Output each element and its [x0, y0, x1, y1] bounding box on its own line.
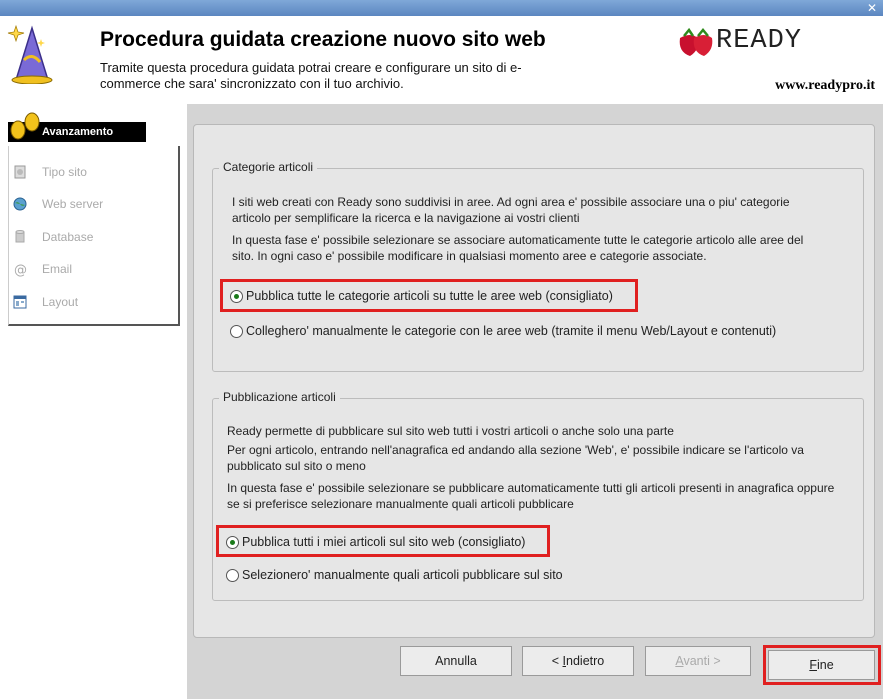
layout-icon — [13, 295, 27, 309]
cancel-button[interactable]: Annulla — [400, 646, 512, 676]
radio-unselected-icon[interactable] — [226, 569, 239, 582]
categorie-text-1: I siti web creati con Ready sono suddivi… — [232, 195, 790, 225]
pubblicazione-group: Pubblicazione articoli Ready permette di… — [212, 390, 864, 601]
categorie-legend: Categorie articoli — [219, 160, 318, 174]
svg-text:@: @ — [14, 263, 27, 277]
pubblicazione-text-2: Per ogni articolo, entrando nell'anagraf… — [227, 443, 804, 473]
site-type-icon — [14, 165, 26, 179]
page-title: Procedura guidata creazione nuovo sito w… — [100, 28, 546, 51]
logo-text: READY — [716, 26, 803, 56]
strawberry-icon — [679, 27, 713, 56]
categorie-text-2: In questa fase e' possibile selezionare … — [232, 233, 804, 263]
sidebar-item-layout: Layout — [12, 292, 162, 312]
content-panel: Categorie articoli I siti web creati con… — [193, 124, 875, 638]
next-button[interactable]: Avanti > — [645, 646, 751, 676]
wizard-header: Procedura guidata creazione nuovo sito w… — [0, 16, 883, 104]
wizard-content: Categorie articoli I siti web creati con… — [187, 104, 883, 699]
globe-icon — [13, 197, 27, 211]
sidebar-item-tipo-sito: Tipo sito — [12, 162, 162, 182]
ready-logo: READY — [676, 24, 846, 60]
database-icon — [15, 230, 25, 243]
pubblicazione-legend: Pubblicazione articoli — [219, 390, 340, 404]
radio-selected-icon[interactable] — [226, 536, 239, 549]
window-titlebar: ✕ — [0, 0, 883, 16]
footprints-icon — [10, 112, 40, 140]
categorie-group: Categorie articoli I siti web creati con… — [212, 160, 864, 372]
at-sign-icon: @ — [14, 263, 27, 277]
close-icon[interactable]: ✕ — [865, 0, 879, 16]
radio-selected-icon[interactable] — [230, 290, 243, 303]
progress-sidebar: Avanzamento Tipo sito Web server Databas… — [0, 104, 187, 699]
sidebar-item-database: Database — [12, 227, 162, 247]
page-description: Tramite questa procedura guidata potrai … — [100, 60, 522, 91]
site-url: www.readypro.it — [775, 78, 875, 93]
radio-unselected-icon[interactable] — [230, 325, 243, 338]
wizard-hat-icon — [7, 24, 53, 84]
sidebar-item-web-server: Web server — [12, 194, 162, 214]
pubblicazione-text-1: Ready permette di pubblicare sul sito we… — [227, 424, 674, 438]
finish-button[interactable]: Fine — [768, 650, 875, 680]
pubblicazione-text-3: In questa fase e' possibile selezionare … — [227, 481, 835, 511]
back-button[interactable]: < Indietro — [522, 646, 634, 676]
sidebar-item-email: @ Email — [14, 262, 73, 277]
